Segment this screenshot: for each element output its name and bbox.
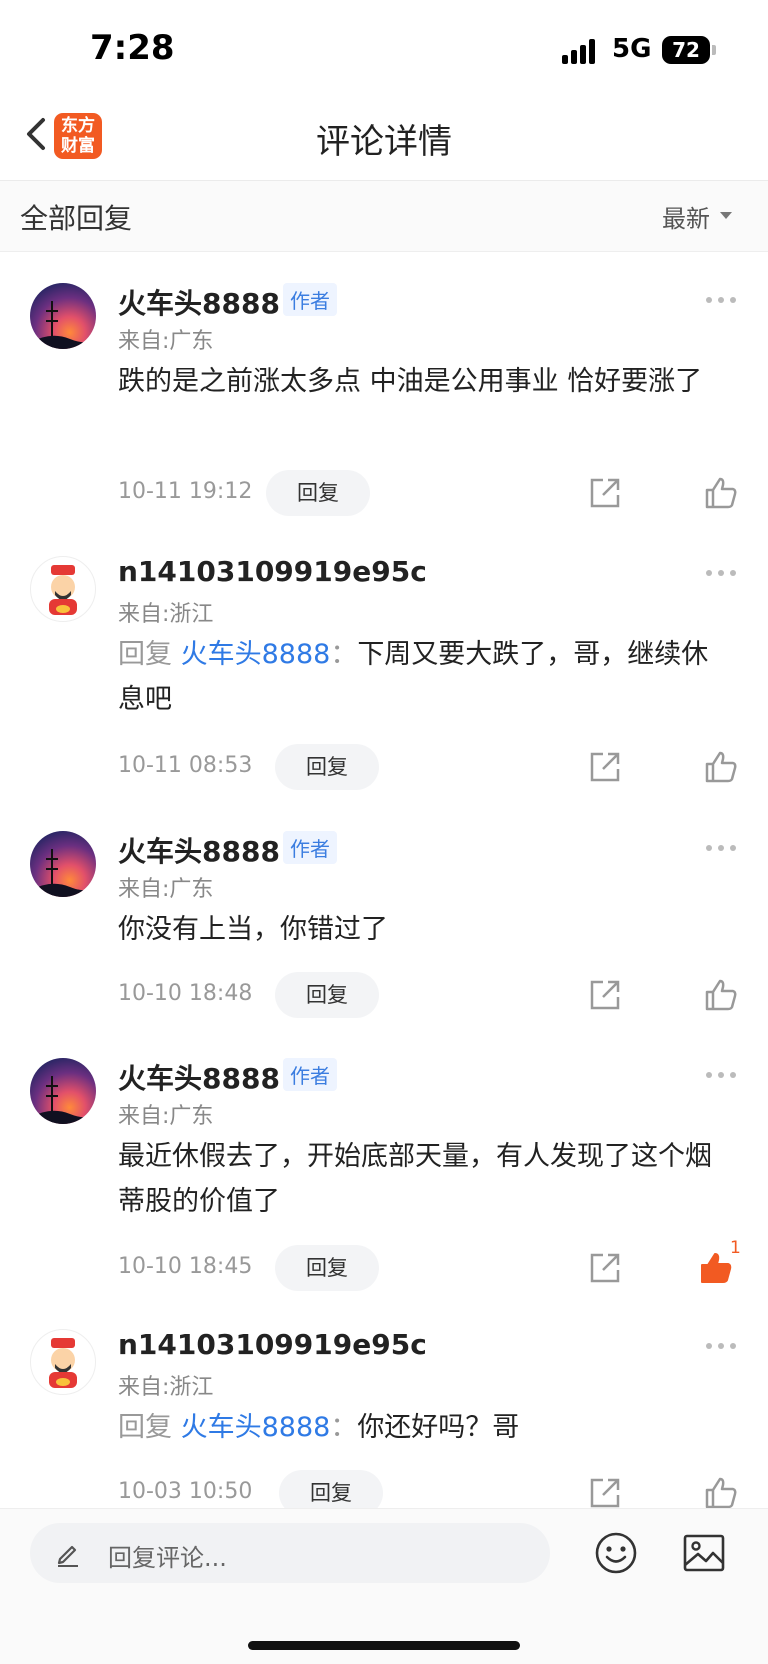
author-badge: 作者 [283,1058,337,1091]
comment-text: 回复 火车头8888：下周又要大跌了，哥，继续休息吧 [118,632,728,722]
username[interactable]: n14103109919e95c [118,555,427,588]
comment-time: 10-11 08:53 [118,753,253,778]
more-icon[interactable] [706,845,736,853]
battery-cap [712,45,716,55]
location-label: 来自:广东 [118,329,214,354]
bottom-bar: 回复评论... [0,1508,768,1664]
username[interactable]: 火车头8888 [118,282,280,322]
username[interactable]: 火车头8888 [118,1057,280,1097]
location-label: 来自:浙江 [118,1375,214,1400]
share-icon[interactable] [588,978,622,1012]
more-icon[interactable] [706,570,736,578]
signal-icon [562,38,602,64]
username[interactable]: 火车头8888 [118,830,280,870]
pencil-icon [57,1545,78,1567]
like-count: 1 [730,1238,741,1258]
comment-text: 回复 火车头8888：你还好吗？哥 [118,1405,728,1450]
comment-text: 最近休假去了，开始底部天量，有人发现了这个烟蒂股的价值了 [118,1141,712,1217]
reply-button[interactable]: 回复 [275,744,379,790]
share-icon[interactable] [588,1251,622,1285]
status-bar: 7:28 5G 72 [0,0,768,100]
more-icon[interactable] [706,1072,736,1080]
nav-bar: 东方 财富 评论详情 [0,100,768,181]
page-title: 评论详情 [316,122,452,162]
thumbs-up-icon[interactable] [703,977,739,1013]
battery-icon: 72 [662,36,710,64]
reply-target-user[interactable]: 火车头8888 [181,639,331,670]
all-replies-label: 全部回复 [20,202,133,235]
sort-dropdown[interactable]: 最新 [662,199,710,234]
reply-prefix: 回复 [118,1412,172,1443]
network-label: 5G [612,34,652,64]
avatar[interactable] [30,1058,96,1124]
filter-bar: 全部回复 最新 [0,181,768,252]
comment-text: 你没有上当，你错过了 [118,914,388,945]
avatar[interactable] [30,1329,96,1395]
location-label: 来自:浙江 [118,602,214,627]
more-icon[interactable] [706,297,736,305]
thumbs-up-icon[interactable] [703,1475,739,1511]
avatar[interactable] [30,556,96,622]
share-icon[interactable] [588,1476,622,1510]
location-label: 来自:广东 [118,1104,214,1129]
reply-target-user[interactable]: 火车头8888 [181,1412,331,1443]
thumbs-up-filled-icon[interactable] [698,1250,734,1286]
avatar[interactable] [30,283,96,349]
reply-text: 你还好吗？哥 [357,1412,520,1443]
author-badge: 作者 [283,831,337,864]
share-icon[interactable] [588,476,622,510]
thumbs-up-icon[interactable] [703,749,739,785]
comment-time: 10-10 18:45 [118,1254,253,1279]
reply-comment-input[interactable]: 回复评论... [30,1523,550,1583]
reply-colon: ： [330,1412,358,1443]
comment-text: 跌的是之前涨太多点 中油是公用事业 恰好要涨了 [118,366,703,397]
emoji-icon[interactable] [594,1531,638,1575]
location-label: 来自:广东 [118,877,214,902]
comment-time: 10-10 18:48 [118,981,253,1006]
reply-button[interactable]: 回复 [275,1245,379,1291]
share-icon[interactable] [588,750,622,784]
caret-down-icon[interactable] [720,212,732,219]
input-placeholder: 回复评论... [108,1544,227,1572]
avatar[interactable] [30,831,96,897]
thumbs-up-icon[interactable] [703,475,739,511]
more-icon[interactable] [706,1343,736,1351]
reply-colon: ： [330,639,358,670]
reply-button[interactable]: 回复 [275,972,379,1018]
home-indicator [248,1641,520,1650]
comment-time: 10-03 10:50 [118,1479,253,1504]
reply-button[interactable]: 回复 [266,470,370,516]
username[interactable]: n14103109919e95c [118,1328,427,1361]
image-icon[interactable] [682,1533,726,1573]
reply-prefix: 回复 [118,639,172,670]
comment-time: 10-11 19:12 [118,479,253,504]
status-time: 7:28 [90,28,175,68]
author-badge: 作者 [283,283,337,316]
